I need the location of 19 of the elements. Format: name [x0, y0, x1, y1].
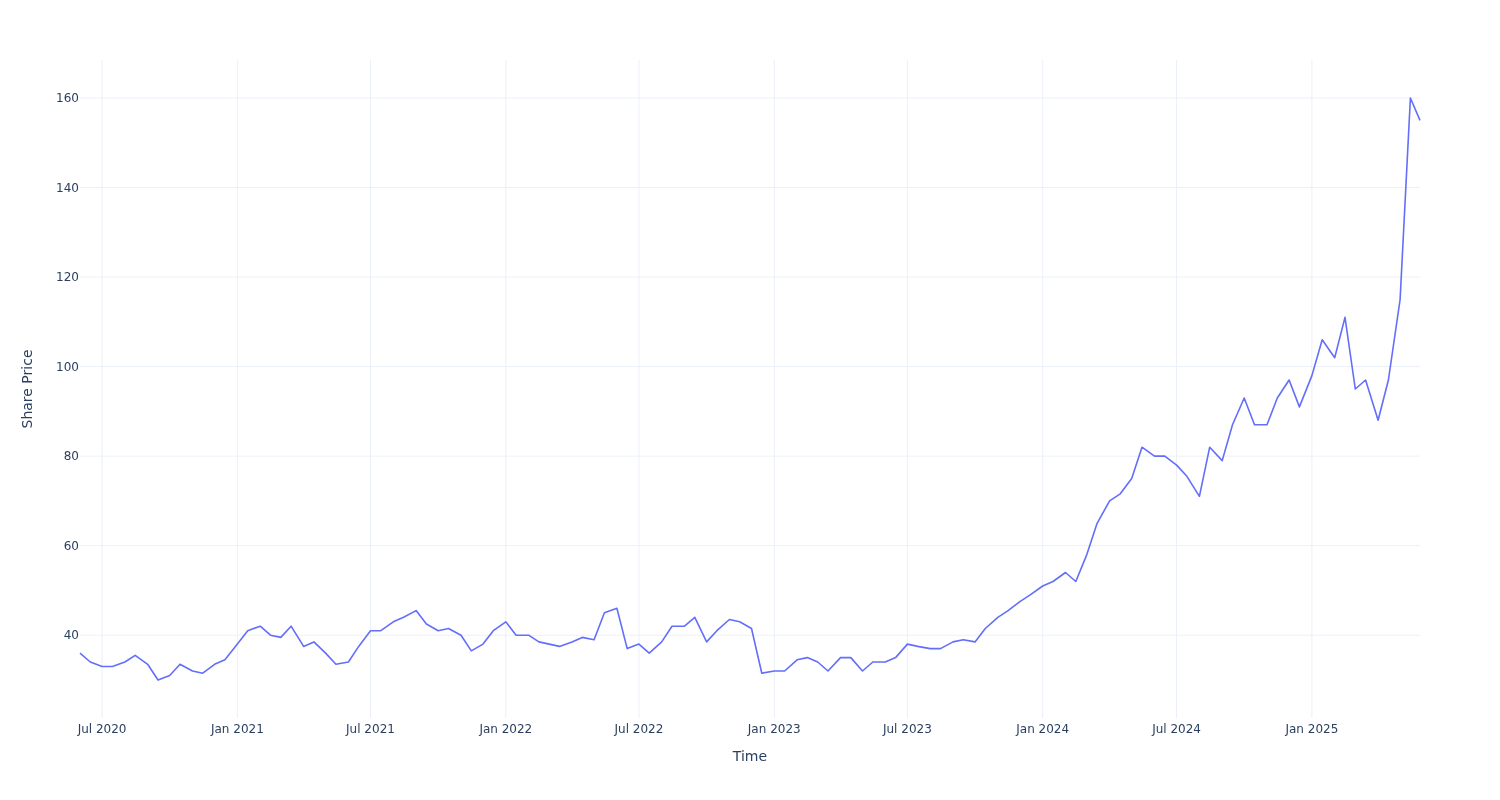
- y-axis-title: Share Price: [19, 349, 35, 429]
- axis-tick-label: Jul 2021: [346, 722, 395, 736]
- axis-tick-label: Jan 2025: [1285, 722, 1339, 736]
- x-axis-title: Time: [732, 748, 768, 764]
- axis-tick-label: Jul 2023: [882, 722, 932, 736]
- axis-tick-label: 60: [63, 538, 79, 553]
- axis-tick-label: 100: [56, 359, 79, 374]
- axis-tick-label: 120: [56, 270, 79, 285]
- axis-tick-label: Jul 2024: [1152, 722, 1201, 736]
- axis-tick-label: Jan 2024: [1016, 722, 1070, 736]
- axis-tick-label: 160: [56, 91, 79, 106]
- axis-tick-label: Jul 2020: [77, 722, 127, 736]
- axis-tick-label: 140: [56, 180, 79, 195]
- axis-tick-label: Jan 2022: [479, 722, 533, 736]
- axis-tick-label: Jan 2023: [747, 722, 801, 736]
- axis-tick-label: Jan 2021: [210, 722, 264, 736]
- axis-tick-label: 80: [63, 449, 79, 464]
- axis-tick-label: Jul 2022: [614, 722, 664, 736]
- axis-tick-label: 40: [63, 628, 79, 643]
